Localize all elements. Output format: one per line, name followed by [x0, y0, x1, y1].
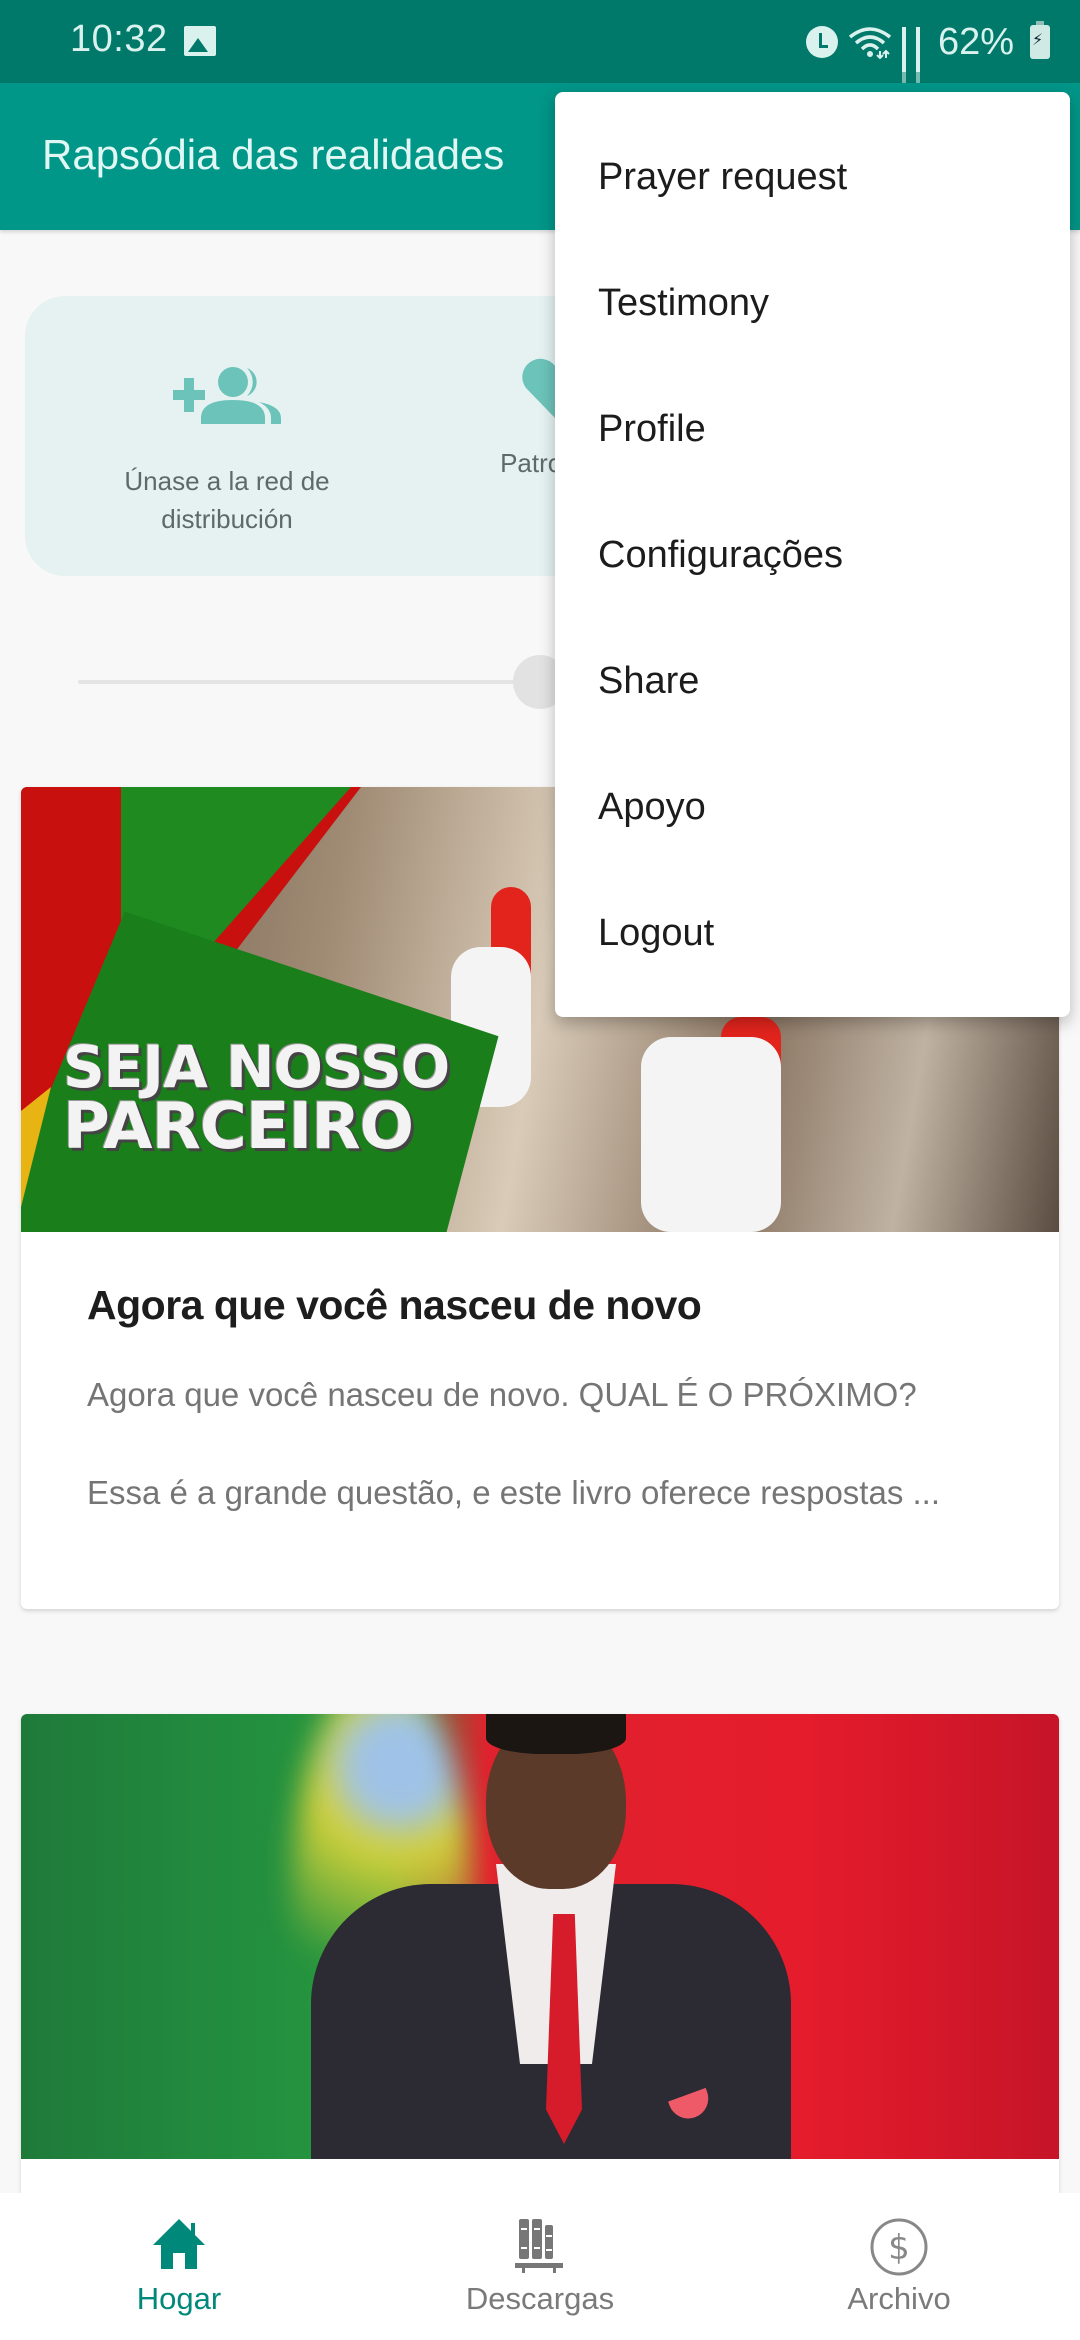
join-network-label: Únase a la red de distribución: [124, 466, 330, 534]
overflow-menu: Prayer request Testimony Profile Configu…: [555, 92, 1070, 1017]
library-icon: [513, 2217, 567, 2278]
dollar-circle-icon: $: [869, 2217, 929, 2282]
banner-line-2: PARCEIRO: [63, 1090, 414, 1164]
article-excerpt-2: Essa é a grande questão, e este livro of…: [87, 1474, 940, 1511]
bottom-navigation: Hogar Descargas $ Archivo: [0, 2193, 1080, 2340]
status-time: 10:32: [70, 18, 168, 60]
app-title: Rapsódia das realidades: [42, 131, 505, 178]
article-excerpt: Agora que você nasceu de novo. QUAL É O …: [87, 1376, 917, 1413]
svg-text:$: $: [888, 2228, 910, 2268]
nav-item-downloads[interactable]: Descargas: [440, 2193, 640, 2340]
menu-item-logout[interactable]: Logout: [555, 870, 1070, 996]
wifi-icon: [848, 25, 892, 60]
nav-label-archive: Archivo: [847, 2281, 951, 2316]
battery-percent: 62%: [937, 20, 1014, 63]
signal-icon: [901, 27, 906, 102]
menu-item-settings[interactable]: Configurações: [555, 492, 1070, 618]
add-group-icon: [173, 366, 281, 431]
menu-item-profile[interactable]: Profile: [555, 366, 1070, 492]
photo-hair: [486, 1714, 626, 1754]
status-bar: 10:32 62%: [0, 0, 1080, 102]
banner-text: SEJA NOSSO PARCEIRO: [63, 1033, 450, 1164]
article-title: Agora que você nasceu de novo: [87, 1282, 702, 1328]
app-screen: 10:32 62% Rapsódia: [0, 0, 1080, 2340]
nav-item-archive[interactable]: $ Archivo: [799, 2193, 999, 2340]
join-distribution-network-button[interactable]: Únase a la red de distribución: [77, 296, 377, 576]
signal-icon: [915, 27, 920, 102]
article-image: [21, 1714, 1059, 2159]
article-body: Agora que você nasceu de novo Agora que …: [21, 1282, 1059, 1515]
gallery-icon: [184, 26, 216, 56]
nav-item-home[interactable]: Hogar: [79, 2193, 279, 2340]
menu-item-prayer-request[interactable]: Prayer request: [555, 114, 1070, 240]
nav-label-home: Hogar: [136, 2281, 222, 2316]
banner-line-1: SEJA NOSSO: [63, 1033, 450, 1101]
nav-label-downloads: Descargas: [465, 2281, 615, 2316]
menu-item-support[interactable]: Apoyo: [555, 744, 1070, 870]
status-icons: 62%: [805, 14, 1050, 102]
battery-charging-icon: [1030, 21, 1050, 59]
photo-detail: [641, 1037, 781, 1232]
home-icon: [149, 2217, 209, 2276]
menu-item-testimony[interactable]: Testimony: [555, 240, 1070, 366]
alarm-icon: [805, 26, 838, 58]
menu-item-share[interactable]: Share: [555, 618, 1070, 744]
